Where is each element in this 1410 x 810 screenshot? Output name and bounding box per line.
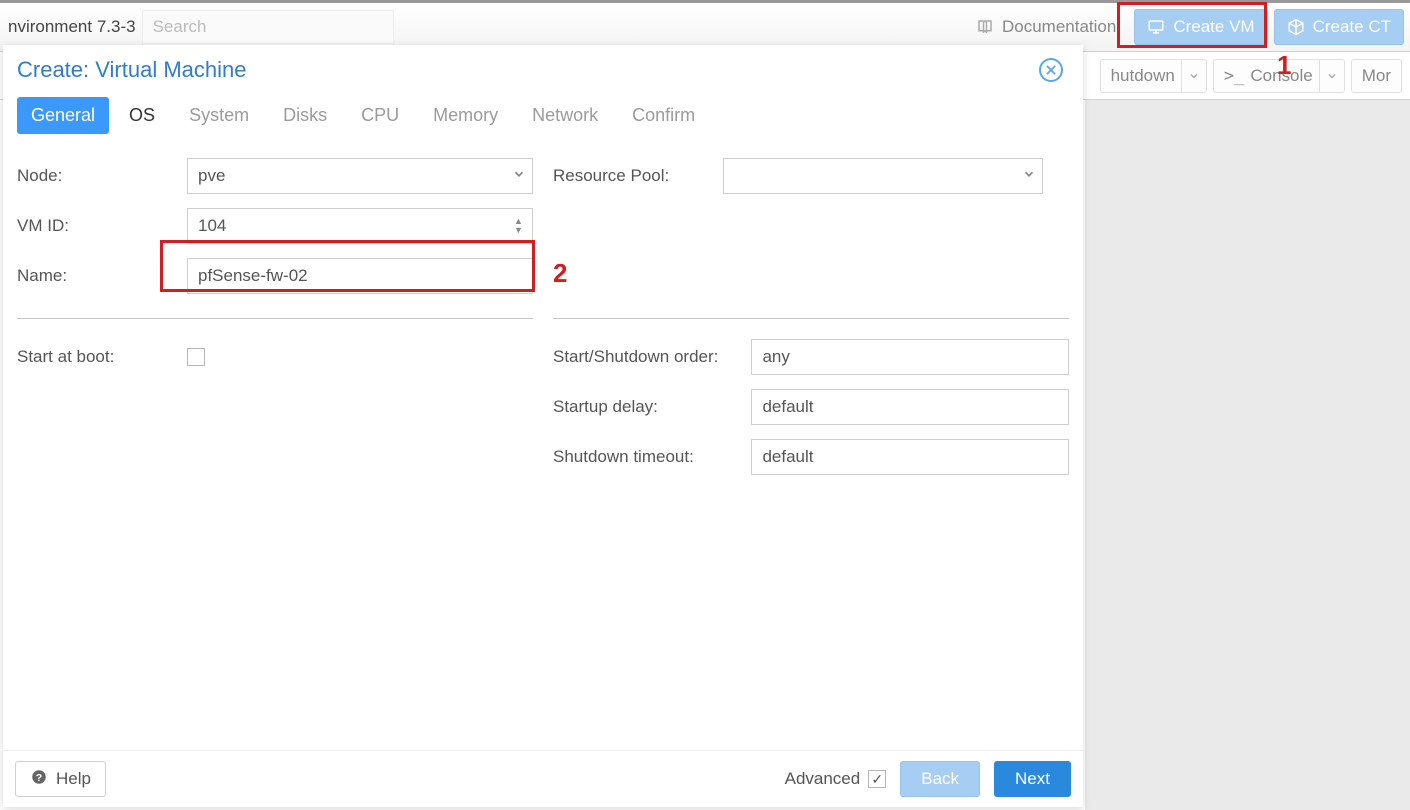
monitor-icon: [1147, 18, 1165, 36]
name-value: pfSense-fw-02: [198, 266, 308, 286]
app-version: nvironment 7.3-3: [6, 17, 136, 37]
shutdown-timeout-field: Shutdown timeout: default: [553, 437, 1069, 477]
shutdown-timeout-label: Shutdown timeout:: [553, 447, 741, 467]
create-ct-button[interactable]: Create CT: [1274, 9, 1404, 45]
next-button[interactable]: Next: [994, 761, 1071, 797]
create-ct-label: Create CT: [1313, 17, 1391, 37]
node-label: Node:: [17, 166, 177, 186]
shutdown-timeout-value: default: [762, 447, 813, 467]
create-vm-dialog: Create: Virtual Machine General OS Syste…: [3, 45, 1083, 807]
start-at-boot-field: Start at boot:: [17, 337, 533, 377]
divider: [17, 318, 533, 319]
more-label: Mor: [1362, 66, 1391, 86]
help-icon: ?: [30, 768, 48, 791]
start-at-boot-label: Start at boot:: [17, 347, 177, 367]
vmid-label: VM ID:: [17, 216, 177, 236]
form-left-column: Node: pve VM ID: 104 ▲▼ Name:: [17, 156, 533, 750]
create-vm-label: Create VM: [1173, 17, 1254, 37]
documentation-label: Documentation: [1002, 17, 1116, 37]
close-icon: [1044, 57, 1058, 83]
startup-delay-label: Startup delay:: [553, 397, 741, 417]
wizard-tabs: General OS System Disks CPU Memory Netwo…: [3, 83, 1083, 134]
documentation-button[interactable]: Documentation: [964, 9, 1128, 45]
tab-general[interactable]: General: [17, 97, 109, 134]
shutdown-button[interactable]: hutdown: [1100, 59, 1207, 93]
tab-network: Network: [518, 97, 612, 134]
advanced-label: Advanced: [785, 769, 861, 789]
resource-pool-select[interactable]: [723, 158, 1043, 194]
node-field: Node: pve: [17, 156, 533, 196]
start-order-field: Start/Shutdown order: any: [553, 337, 1069, 377]
terminal-icon: >_: [1224, 66, 1244, 86]
footer-right: Advanced Back Next: [785, 761, 1071, 797]
name-label: Name:: [17, 266, 177, 286]
chevron-down-icon: [512, 166, 526, 186]
name-field: Name: pfSense-fw-02: [17, 256, 533, 296]
startup-delay-value: default: [762, 397, 813, 417]
dialog-header: Create: Virtual Machine: [3, 45, 1083, 83]
help-button[interactable]: ? Help: [15, 761, 106, 797]
help-label: Help: [56, 769, 91, 789]
vmid-value: 104: [198, 216, 226, 236]
shutdown-timeout-input[interactable]: default: [751, 439, 1069, 475]
dialog-title: Create: Virtual Machine: [17, 57, 247, 83]
vmid-field: VM ID: 104 ▲▼: [17, 206, 533, 246]
startup-delay-field: Startup delay: default: [553, 387, 1069, 427]
tab-cpu: CPU: [347, 97, 413, 134]
shutdown-label: hutdown: [1111, 66, 1175, 86]
form-right-column: Resource Pool: Start/Shutdown order: any…: [553, 156, 1069, 750]
more-button[interactable]: Mor: [1351, 59, 1402, 93]
chevron-down-icon[interactable]: [1319, 60, 1344, 92]
tab-memory: Memory: [419, 97, 512, 134]
tab-system: System: [175, 97, 263, 134]
create-vm-button[interactable]: Create VM: [1134, 9, 1267, 45]
vmid-input[interactable]: 104 ▲▼: [187, 208, 533, 244]
start-order-input[interactable]: any: [751, 339, 1069, 375]
console-label: Console: [1250, 66, 1312, 86]
resource-pool-field: Resource Pool:: [553, 156, 1069, 196]
node-select[interactable]: pve: [187, 158, 533, 194]
book-icon: [976, 18, 994, 36]
divider: [553, 318, 1069, 319]
start-order-label: Start/Shutdown order:: [553, 347, 741, 367]
console-button[interactable]: >_ Console: [1213, 59, 1345, 93]
advanced-toggle[interactable]: Advanced: [785, 769, 887, 789]
advanced-checkbox[interactable]: [868, 770, 886, 788]
start-at-boot-checkbox[interactable]: [187, 348, 205, 366]
chevron-down-icon[interactable]: [1181, 60, 1206, 92]
cube-icon: [1287, 18, 1305, 36]
spinner-icon[interactable]: ▲▼: [514, 209, 526, 243]
resource-pool-label: Resource Pool:: [553, 166, 713, 186]
back-button[interactable]: Back: [900, 761, 980, 797]
form-body: Node: pve VM ID: 104 ▲▼ Name:: [3, 134, 1083, 750]
close-button[interactable]: [1039, 58, 1063, 82]
chevron-down-icon: [1022, 166, 1036, 186]
content-background: [1085, 100, 1410, 810]
tab-disks: Disks: [269, 97, 341, 134]
svg-text:?: ?: [36, 771, 42, 783]
dialog-footer: ? Help Advanced Back Next: [3, 750, 1083, 807]
startup-delay-input[interactable]: default: [751, 389, 1069, 425]
search-input[interactable]: [142, 10, 394, 44]
tab-confirm: Confirm: [618, 97, 709, 134]
name-input[interactable]: pfSense-fw-02: [187, 258, 533, 294]
node-value: pve: [198, 166, 225, 186]
tab-os[interactable]: OS: [115, 97, 169, 134]
start-order-value: any: [762, 347, 789, 367]
